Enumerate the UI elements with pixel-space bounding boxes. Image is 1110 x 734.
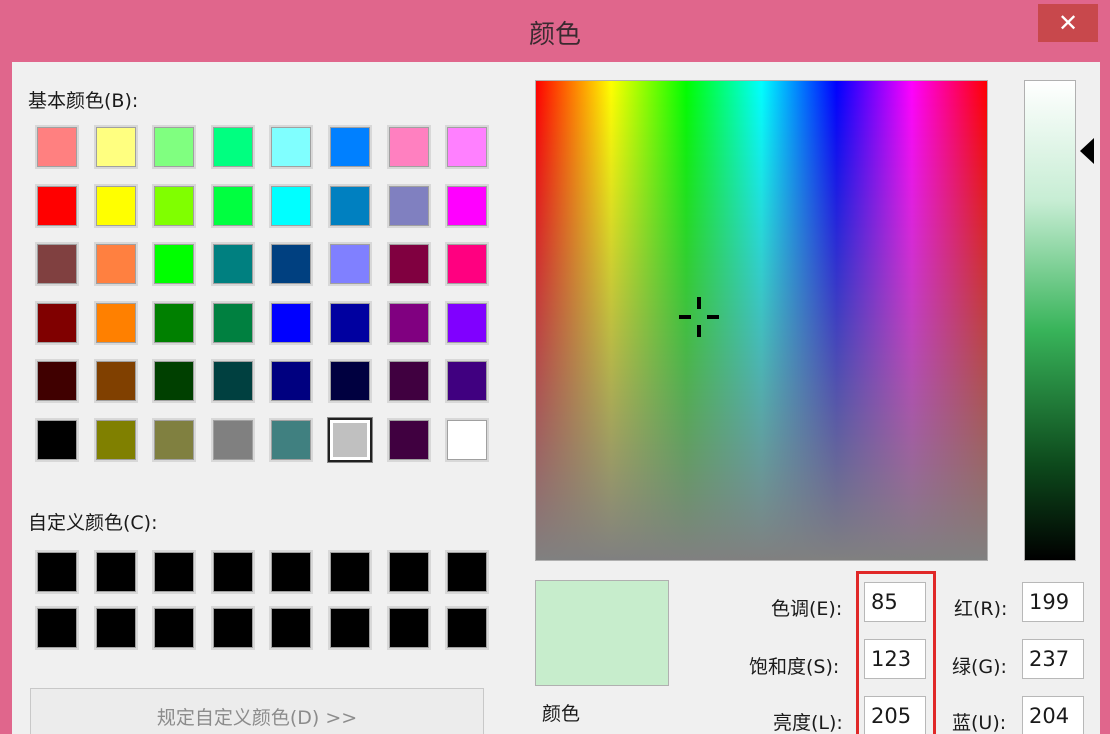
basic-color-swatch[interactable] xyxy=(210,359,255,404)
close-button[interactable]: ✕ xyxy=(1038,4,1098,42)
luminance-slider[interactable] xyxy=(1024,80,1076,561)
blue-input[interactable] xyxy=(1022,696,1084,734)
basic-color-swatch[interactable] xyxy=(327,300,372,345)
basic-color-swatch[interactable] xyxy=(93,242,138,287)
basic-color-swatch[interactable] xyxy=(269,300,314,345)
basic-color-swatch[interactable] xyxy=(152,359,197,404)
basic-color-swatch[interactable] xyxy=(210,183,255,228)
basic-color-swatch[interactable] xyxy=(35,300,79,345)
basic-color-swatch[interactable] xyxy=(210,300,255,345)
window-title: 颜色 xyxy=(528,20,581,50)
basic-color-swatch[interactable] xyxy=(152,183,197,228)
basic-color-swatch[interactable] xyxy=(445,417,490,462)
hue-input[interactable] xyxy=(864,582,926,622)
basic-color-swatch[interactable] xyxy=(327,242,372,287)
luminance-arrow-icon[interactable] xyxy=(1080,138,1094,164)
red-label: 红(R): xyxy=(954,598,1008,620)
luminance-input[interactable] xyxy=(864,696,926,734)
basic-color-swatch[interactable] xyxy=(93,183,138,228)
custom-color-swatch[interactable] xyxy=(93,550,138,594)
color-spectrum[interactable] xyxy=(535,80,988,561)
basic-color-swatch[interactable] xyxy=(269,183,314,228)
custom-colors-grid xyxy=(35,550,490,650)
custom-color-swatch[interactable] xyxy=(445,550,490,594)
custom-color-swatch[interactable] xyxy=(445,606,490,650)
close-icon: ✕ xyxy=(1057,9,1079,37)
custom-color-swatch[interactable] xyxy=(269,550,314,594)
basic-color-swatch[interactable] xyxy=(35,242,79,287)
basic-color-swatch[interactable] xyxy=(445,242,490,287)
custom-color-swatch[interactable] xyxy=(152,550,197,594)
color-preview xyxy=(535,580,669,686)
basic-color-swatch[interactable] xyxy=(35,359,79,404)
luminance-label: 亮度(L): xyxy=(773,712,843,734)
basic-color-swatch[interactable] xyxy=(210,242,255,287)
crosshair-icon xyxy=(679,297,719,337)
basic-color-swatch[interactable] xyxy=(386,183,431,228)
saturation-label: 饱和度(S): xyxy=(749,656,840,678)
basic-color-swatch[interactable] xyxy=(269,125,314,169)
basic-color-swatch[interactable] xyxy=(386,300,431,345)
basic-color-swatch[interactable] xyxy=(445,183,490,228)
basic-color-swatch[interactable] xyxy=(152,125,197,169)
title-bar: 颜色 ✕ xyxy=(0,0,1110,62)
color-preview-label: 颜色 xyxy=(542,703,581,725)
basic-color-swatch[interactable] xyxy=(93,300,138,345)
basic-color-swatch[interactable] xyxy=(327,359,372,404)
green-input[interactable] xyxy=(1022,639,1084,679)
basic-color-swatch[interactable] xyxy=(386,242,431,287)
basic-color-swatch[interactable] xyxy=(210,417,255,462)
basic-color-swatch[interactable] xyxy=(35,125,79,169)
green-label: 绿(G): xyxy=(952,656,1007,678)
basic-color-swatch[interactable] xyxy=(35,417,79,462)
basic-color-swatch[interactable] xyxy=(386,417,431,462)
custom-color-swatch[interactable] xyxy=(386,606,431,650)
custom-color-swatch[interactable] xyxy=(210,606,255,650)
basic-color-swatch[interactable] xyxy=(445,300,490,345)
basic-colors-label: 基本颜色(B): xyxy=(28,90,139,112)
basic-color-swatch[interactable] xyxy=(445,125,490,169)
custom-color-swatch[interactable] xyxy=(210,550,255,594)
custom-color-swatch[interactable] xyxy=(35,606,79,650)
basic-color-swatch[interactable] xyxy=(35,183,79,228)
saturation-input[interactable] xyxy=(864,639,926,679)
basic-color-swatch[interactable] xyxy=(152,242,197,287)
basic-color-swatch[interactable] xyxy=(152,417,197,462)
basic-color-swatch[interactable] xyxy=(386,125,431,169)
basic-color-swatch[interactable] xyxy=(327,125,372,169)
basic-color-swatch[interactable] xyxy=(445,359,490,404)
custom-color-swatch[interactable] xyxy=(327,550,372,594)
basic-color-swatch[interactable] xyxy=(93,359,138,404)
custom-color-swatch[interactable] xyxy=(35,550,79,594)
basic-color-swatch[interactable] xyxy=(152,300,197,345)
custom-color-swatch[interactable] xyxy=(93,606,138,650)
basic-color-swatch[interactable] xyxy=(269,417,314,462)
basic-color-swatch[interactable] xyxy=(327,417,372,462)
basic-color-swatch[interactable] xyxy=(269,359,314,404)
basic-color-swatch[interactable] xyxy=(210,125,255,169)
basic-color-swatch[interactable] xyxy=(269,242,314,287)
custom-color-swatch[interactable] xyxy=(152,606,197,650)
color-dialog-body: 基本颜色(B): 自定义颜色(C): 规定自定义颜色(D) >> 颜色 色调(E… xyxy=(12,62,1100,734)
basic-color-swatch[interactable] xyxy=(386,359,431,404)
define-custom-colors-button[interactable]: 规定自定义颜色(D) >> xyxy=(30,688,484,734)
hue-label: 色调(E): xyxy=(771,598,843,620)
custom-color-swatch[interactable] xyxy=(269,606,314,650)
blue-label: 蓝(U): xyxy=(952,712,1007,734)
red-input[interactable] xyxy=(1022,582,1084,622)
basic-colors-grid xyxy=(35,125,490,462)
basic-color-swatch[interactable] xyxy=(93,125,138,169)
basic-color-swatch[interactable] xyxy=(327,183,372,228)
custom-colors-label: 自定义颜色(C): xyxy=(28,512,158,534)
custom-color-swatch[interactable] xyxy=(386,550,431,594)
custom-color-swatch[interactable] xyxy=(327,606,372,650)
basic-color-swatch[interactable] xyxy=(93,417,138,462)
